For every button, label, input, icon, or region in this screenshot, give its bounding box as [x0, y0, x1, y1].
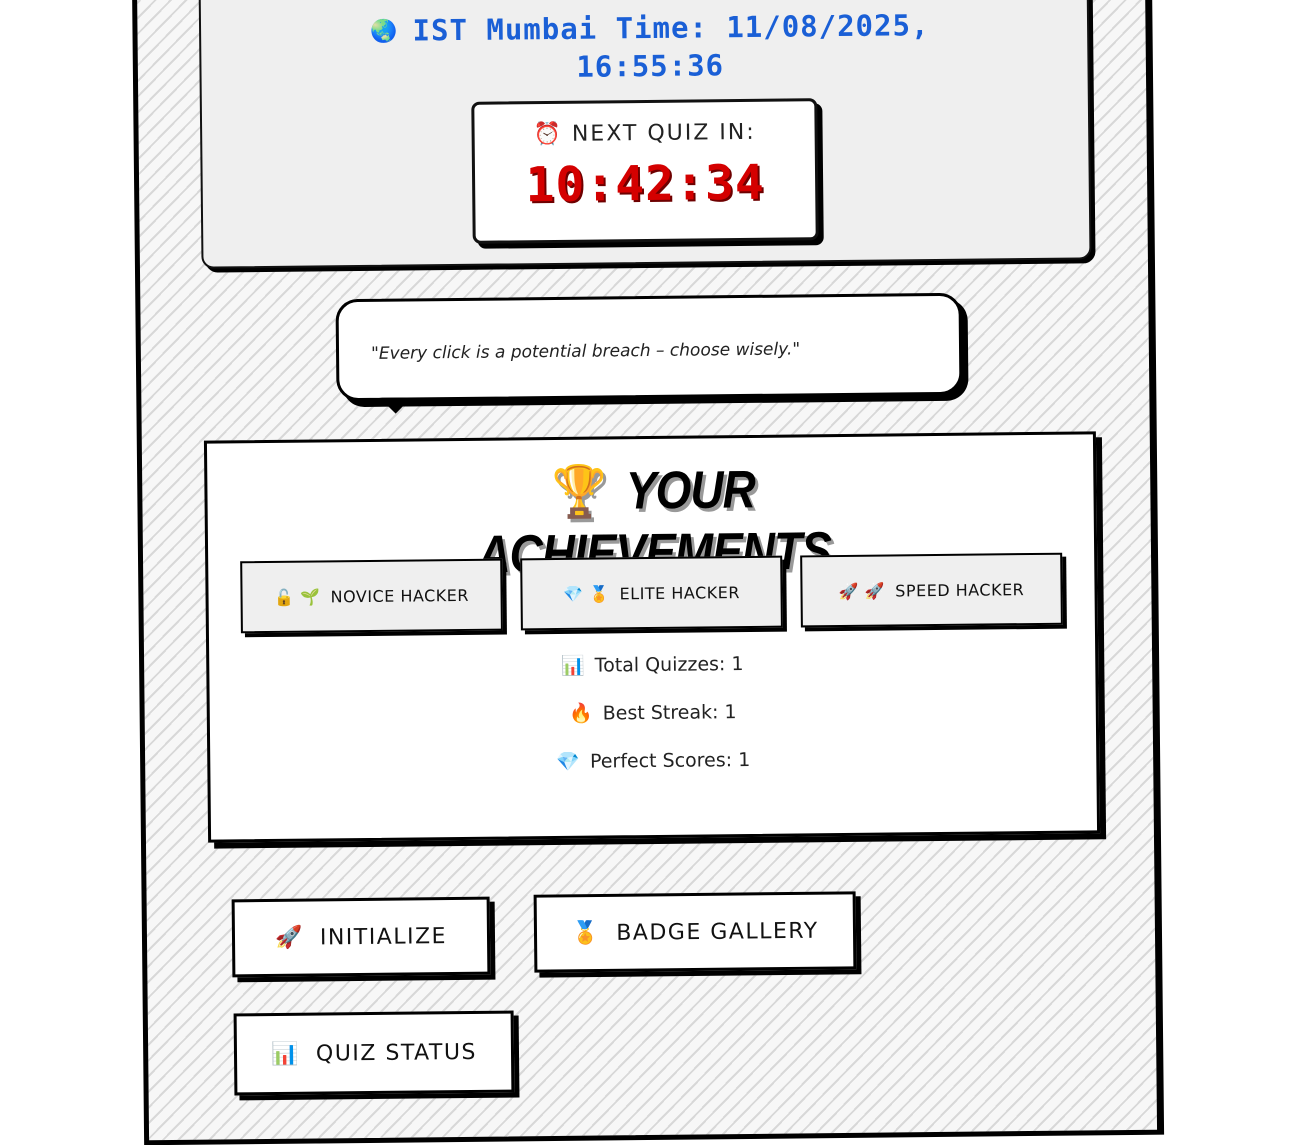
bar-chart-icon: 📊 [270, 1041, 301, 1067]
medal-icon: 🏅 [571, 920, 601, 946]
gem-icon: 💎 [556, 750, 581, 774]
badge-novice-hacker[interactable]: 🔓 🌱 NOVICE HACKER [240, 558, 503, 634]
next-quiz-label-text: NEXT QUIZ IN: [571, 119, 756, 147]
trophy-icon: 🏆 [551, 463, 607, 521]
next-quiz-label: ⏰ NEXT QUIZ IN: [474, 119, 814, 148]
badge-label: ELITE HACKER [619, 582, 740, 603]
ist-time-display: 🌏 IST Mumbai Time: 11/08/2025, 16:55:36 [300, 6, 1001, 87]
stat-text: Best Streak: 1 [602, 701, 737, 725]
quiz-status-label: QUIZ STATUS [315, 1039, 478, 1067]
badge-gallery-label: BADGE GALLERY [616, 918, 819, 946]
badge-label: NOVICE HACKER [330, 585, 470, 606]
initialize-label: INITIALIZE [319, 923, 448, 950]
stat-text: Total Quizzes: 1 [594, 653, 744, 677]
ist-time-text: IST Mumbai Time: 11/08/2025, 16:55:36 [412, 8, 930, 84]
quote-text: "Every click is a potential breach – cho… [370, 339, 801, 364]
unlock-seedling-icon: 🔓 🌱 [274, 586, 321, 607]
bar-chart-icon: 📊 [560, 654, 585, 677]
stat-best-streak: 🔥 Best Streak: 1 [210, 696, 1096, 728]
achievements-panel: 🏆 YOUR ACHIEVEMENTS 🔓 🌱 NOVICE HACKER 💎 🏅… [203, 431, 1101, 843]
gem-medal-icon: 💎 🏅 [563, 583, 610, 604]
rocket-icon: 🚀 [274, 925, 305, 951]
next-quiz-box: ⏰ NEXT QUIZ IN: 10:42:34 [471, 98, 819, 244]
quiz-status-button[interactable]: 📊 QUIZ STATUS [233, 1010, 515, 1096]
badge-elite-hacker[interactable]: 💎 🏅 ELITE HACKER [520, 555, 783, 631]
rocket-icon: 🚀 🚀 [838, 581, 886, 601]
initialize-button[interactable]: 🚀 INITIALIZE [231, 896, 491, 978]
stat-perfect-scores: 💎 Perfect Scores: 1 [210, 744, 1096, 776]
badge-gallery-button[interactable]: 🏅 BADGE GALLERY [533, 891, 857, 973]
badge-speed-hacker[interactable]: 🚀 🚀 SPEED HACKER [800, 552, 1063, 628]
quote-bubble: "Every click is a potential breach – cho… [335, 292, 963, 414]
quiz-countdown: 10:42:34 [525, 154, 766, 214]
globe-icon: 🌏 [370, 19, 399, 45]
stat-total-quizzes: 📊 Total Quizzes: 1 [209, 648, 1095, 680]
speech-bubble-tail [379, 397, 412, 414]
badge-label: SPEED HACKER [895, 579, 1025, 600]
alarm-clock-icon: ⏰ [533, 121, 564, 148]
stat-text: Perfect Scores: 1 [589, 748, 751, 773]
fire-icon: 🔥 [568, 702, 593, 725]
